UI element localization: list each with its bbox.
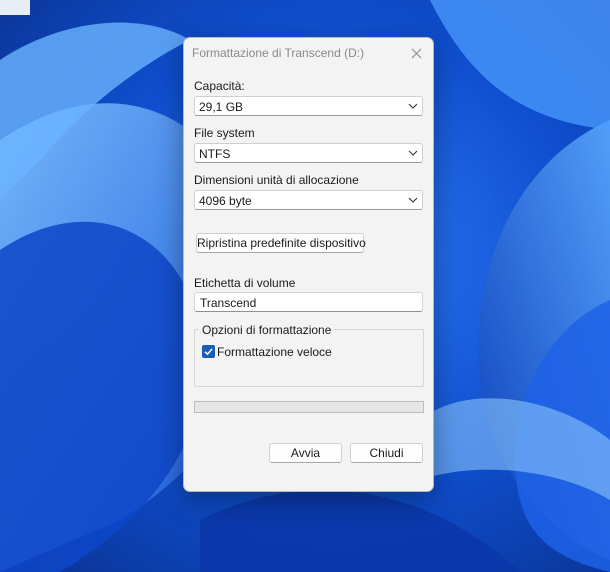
format-options-legend: Opzioni di formattazione xyxy=(199,323,335,337)
volume-label-value: Transcend xyxy=(200,296,257,310)
format-progress-bar xyxy=(194,401,424,413)
start-button[interactable]: Avvia xyxy=(269,443,342,463)
capacity-value: 29,1 GB xyxy=(199,100,244,114)
close-button[interactable] xyxy=(399,38,433,68)
allocation-value: 4096 byte xyxy=(199,194,252,208)
file-system-value: NTFS xyxy=(199,147,231,161)
allocation-dropdown[interactable]: 4096 byte xyxy=(194,190,423,210)
check-icon xyxy=(204,348,213,356)
chevron-down-icon xyxy=(408,197,418,203)
quick-format-checkbox[interactable] xyxy=(202,345,215,358)
capacity-dropdown[interactable]: 29,1 GB xyxy=(194,96,423,116)
restore-defaults-button[interactable]: Ripristina predefinite dispositivo xyxy=(196,233,366,253)
format-dialog: Formattazione di Transcend (D:) Capacità… xyxy=(183,37,434,492)
capacity-label: Capacità: xyxy=(194,79,245,93)
file-system-dropdown[interactable]: NTFS xyxy=(194,143,423,163)
allocation-label: Dimensioni unità di allocazione xyxy=(194,173,359,187)
volume-label-input[interactable]: Transcend xyxy=(194,292,423,312)
chevron-down-icon xyxy=(408,103,418,109)
chevron-down-icon xyxy=(408,150,418,156)
volume-label-label: Etichetta di volume xyxy=(194,276,296,290)
close-icon xyxy=(411,48,421,58)
dialog-titlebar[interactable]: Formattazione di Transcend (D:) xyxy=(184,38,433,68)
dialog-title: Formattazione di Transcend (D:) xyxy=(192,46,365,60)
quick-format-label[interactable]: Formattazione veloce xyxy=(217,345,332,359)
close-dialog-button[interactable]: Chiudi xyxy=(350,443,423,463)
file-system-label: File system xyxy=(194,126,255,140)
